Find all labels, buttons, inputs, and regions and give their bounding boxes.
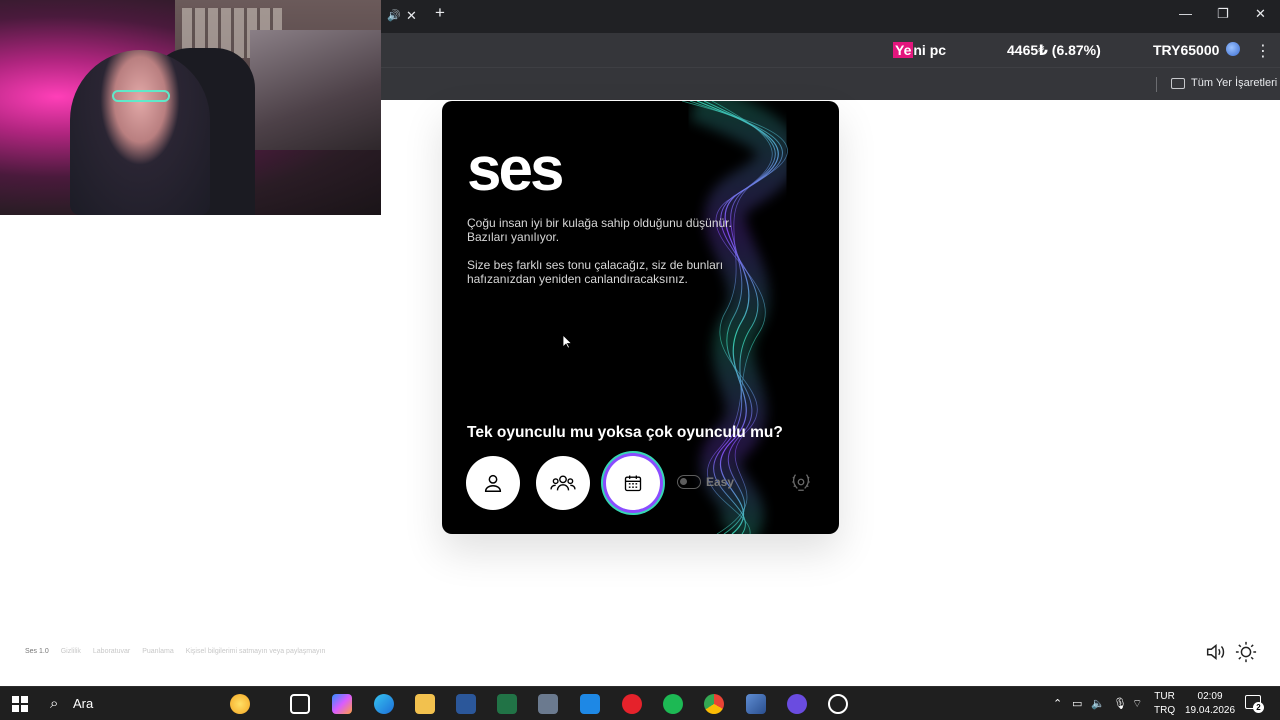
webcam-glasses xyxy=(112,90,170,102)
file-explorer-icon[interactable] xyxy=(415,694,435,714)
edge-icon[interactable] xyxy=(374,694,394,714)
clock-time: 02:09 xyxy=(1197,691,1223,702)
difficulty-toggle[interactable] xyxy=(677,475,701,489)
clock-date: 19.04.2026 xyxy=(1185,705,1236,716)
tab-close-button[interactable]: ✕ xyxy=(406,8,417,24)
screen: 🔊 ✕ + — ❐ ✕ Ye ni pc 4465₺ (6.87%) TRY650… xyxy=(0,0,1280,720)
webcam-person xyxy=(70,50,210,215)
notification-badge: 2 xyxy=(1253,702,1264,713)
version-label: Ses 1.0 xyxy=(25,648,49,655)
difficulty-label: Easy xyxy=(706,475,735,489)
daily-challenge-button[interactable] xyxy=(606,456,660,510)
user-icon xyxy=(484,474,502,492)
new-tab-button[interactable]: + xyxy=(435,4,445,21)
browser-tab-bar: 🔊 ✕ + — ❐ ✕ xyxy=(381,0,1280,33)
minimize-icon[interactable]: — xyxy=(1179,6,1192,21)
discord-icon[interactable] xyxy=(787,694,807,714)
microphone-icon[interactable]: 🎙 xyxy=(1113,697,1127,710)
excel-icon[interactable] xyxy=(497,694,517,714)
search-icon[interactable]: ⌕ xyxy=(50,695,58,712)
folder-icon[interactable] xyxy=(1171,78,1185,89)
ticker-highlight: Ye xyxy=(893,42,914,58)
restore-icon[interactable]: ❐ xyxy=(1217,6,1229,22)
instructions-paragraph: Size beş farklı ses tonu çalacağız, siz … xyxy=(467,258,724,286)
multiplayer-button[interactable] xyxy=(536,456,590,510)
windows-start-icon[interactable] xyxy=(12,696,28,712)
tray-chevron-icon[interactable]: ⌃ xyxy=(1053,697,1062,710)
browser-menu-icon[interactable]: ⋮ xyxy=(1255,41,1271,61)
footer-link-scoring[interactable]: Puanlama xyxy=(142,648,174,655)
speaker-icon[interactable]: 🔈 xyxy=(1091,697,1105,710)
word-icon[interactable] xyxy=(456,694,476,714)
intro-paragraph: Çoğu insan iyi bir kulağa sahip olduğunu… xyxy=(467,216,732,244)
webcam-curtain xyxy=(250,30,381,150)
taskbar-search-label[interactable]: Ara xyxy=(73,696,93,711)
bookmarks-bar: Tüm Yer İşaretleri xyxy=(381,67,1280,100)
extension-icon[interactable] xyxy=(1226,42,1240,56)
chrome-icon[interactable] xyxy=(704,694,724,714)
calculator-icon[interactable] xyxy=(538,694,558,714)
footer-link-do-not-sell[interactable]: Kişisel bilgilerimi satmayın veya paylaş… xyxy=(186,648,326,655)
calendar-icon xyxy=(624,475,642,492)
mouse-cursor-icon xyxy=(563,335,573,349)
app-icon-generic[interactable] xyxy=(746,694,766,714)
keyboard-layout-code: TRQ xyxy=(1154,705,1176,716)
footer-link-lab[interactable]: Laboratuvar xyxy=(93,648,130,655)
copilot-sparkle-icon[interactable] xyxy=(230,694,250,714)
ticker-text: ni pc xyxy=(913,42,947,58)
single-player-button[interactable] xyxy=(466,456,520,510)
tab-audio-icon[interactable]: 🔊 xyxy=(387,8,401,24)
users-group-icon xyxy=(550,475,576,491)
window-close-icon[interactable]: ✕ xyxy=(1255,6,1266,22)
mode-question: Tek oyunculu mu yoksa çok oyunculu mu? xyxy=(467,424,783,441)
ticker-item-target: TRY65000 xyxy=(1153,42,1220,58)
network-icon[interactable]: ⌔ xyxy=(1132,697,1142,711)
store-icon[interactable] xyxy=(580,694,600,714)
task-view-icon[interactable] xyxy=(290,694,310,714)
leaderboard-laurel-icon[interactable] xyxy=(790,471,812,493)
webcam-overlay xyxy=(0,0,381,215)
opera-icon[interactable] xyxy=(622,694,642,714)
spotify-icon[interactable] xyxy=(663,694,683,714)
language-code: TUR xyxy=(1154,691,1175,702)
theme-toggle-sun-icon[interactable] xyxy=(1235,641,1257,663)
battery-icon[interactable]: ▭ xyxy=(1072,697,1082,710)
windows-taskbar: ⌕ Ara ⌃ ▭ 🔈 🎙 ⌔ TUR TRQ 02:09 19.04.2026… xyxy=(0,686,1280,720)
page-footer: Ses 1.0 Gizlilik Laboratuvar Puanlama Ki… xyxy=(25,648,335,655)
app-logo: ses xyxy=(467,135,564,204)
ticker-item-amount: 4465₺ (6.87%) xyxy=(1007,42,1101,58)
clock[interactable]: 02:09 19.04.2026 xyxy=(1185,690,1235,718)
bookmarks-separator xyxy=(1156,77,1157,92)
browser-toolbar: Ye ni pc 4465₺ (6.87%) TRY65000 ⋮ xyxy=(381,33,1280,67)
input-language-indicator[interactable]: TUR TRQ xyxy=(1154,690,1175,718)
obs-icon[interactable] xyxy=(828,694,848,714)
game-card: ses Çoğu insan iyi bir kulağa sahip oldu… xyxy=(442,101,839,534)
copilot-app-icon[interactable] xyxy=(332,694,352,714)
footer-link-privacy[interactable]: Gizlilik xyxy=(61,648,81,655)
volume-icon[interactable] xyxy=(1204,641,1226,663)
ticker-item-goal: Ye ni pc xyxy=(893,42,946,59)
all-bookmarks-link[interactable]: Tüm Yer İşaretleri xyxy=(1191,77,1277,89)
